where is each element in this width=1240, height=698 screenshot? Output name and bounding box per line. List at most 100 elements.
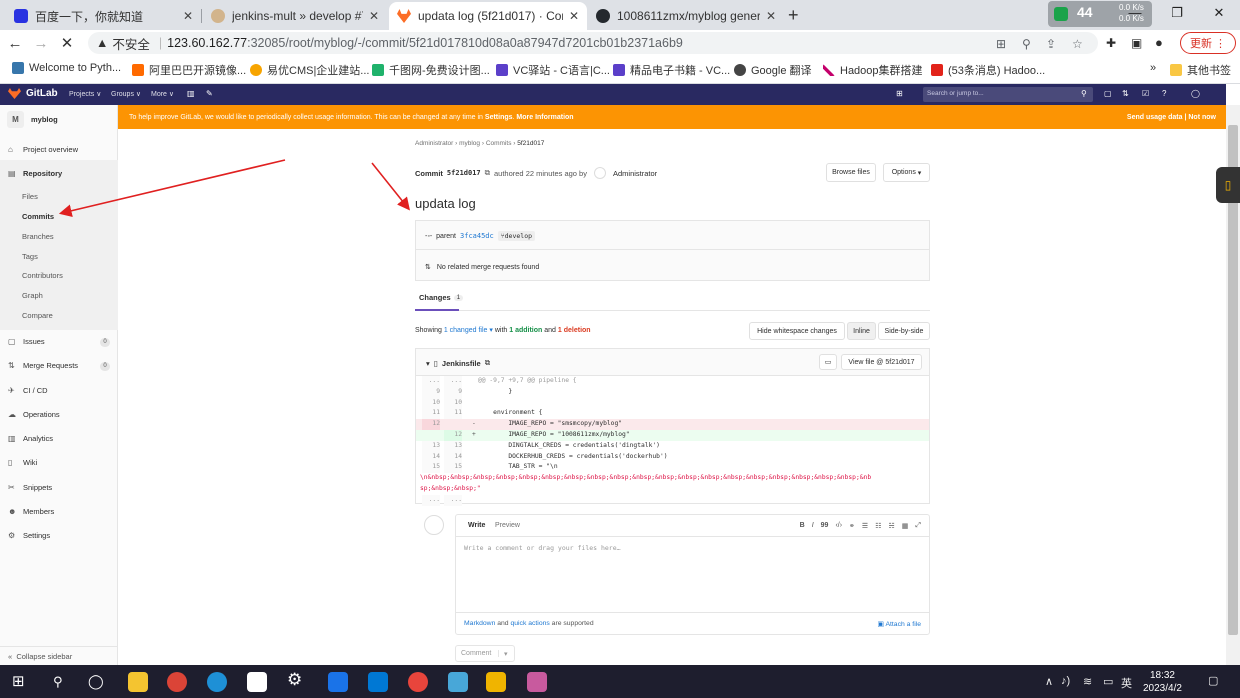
bookmark-item[interactable]: 千图网-免费设计图... <box>372 62 490 78</box>
forward-icon[interactable]: → <box>30 35 52 52</box>
new-line-number[interactable]: ... <box>444 494 462 506</box>
new-line-number[interactable]: 9 <box>444 386 462 398</box>
link-icon[interactable]: ⚭ <box>849 522 855 530</box>
browser-tab[interactable]: 1008611zmx/myblog general ✕ <box>588 2 784 30</box>
code-icon[interactable]: ‹/› <box>835 522 842 530</box>
app-icon[interactable] <box>486 672 506 692</box>
more-menu[interactable]: More ∨ <box>151 90 174 98</box>
close-icon[interactable]: ✕ <box>183 9 193 23</box>
old-line-number[interactable]: 9 <box>422 386 440 398</box>
sidebar-item-snippets[interactable]: ✂ Snippets <box>8 483 52 492</box>
new-line-number[interactable]: 15 <box>444 462 462 474</box>
comment-toggle-button[interactable]: ▭ <box>819 354 837 370</box>
bookmark-item[interactable]: 阿里巴巴开源镜像... <box>132 62 246 78</box>
new-line-number[interactable]: ... <box>444 376 462 387</box>
new-line-number[interactable]: 11 <box>444 408 462 420</box>
projects-menu[interactable]: Projects ∨ <box>69 90 101 98</box>
extensions-icon[interactable]: ✚ <box>1106 36 1116 50</box>
options-dropdown[interactable]: Options ▾ <box>883 163 930 182</box>
new-tab-button[interactable]: + <box>788 5 799 26</box>
sidebar-item-ci-cd[interactable]: ✈ CI / CD <box>8 386 48 395</box>
sidebar-item-merge-requests[interactable]: ⇅ Merge Requests <box>8 361 78 370</box>
new-line-number[interactable]: 10 <box>444 397 462 409</box>
bookmark-item[interactable]: VC驿站 - C语言|C... <box>496 62 610 78</box>
windows-start-icon[interactable]: ⊞ <box>12 672 32 692</box>
restore-icon[interactable]: ❐ <box>1156 0 1198 30</box>
old-line-number[interactable]: ... <box>422 494 440 506</box>
search-input[interactable]: Search or jump to... <box>923 87 1093 102</box>
copy-icon[interactable]: ⧉ <box>485 358 490 368</box>
chevron-down-icon[interactable]: ▾ <box>499 650 508 658</box>
battery-icon[interactable]: ▭ <box>1103 675 1113 688</box>
chart-icon[interactable]: ▥ <box>187 89 195 98</box>
app-icon[interactable] <box>328 672 348 692</box>
url-field[interactable]: ▲ 不安全 | 123.60.162.77:32085/root/myblog/… <box>88 32 1098 54</box>
sidebar-item-settings[interactable]: ⚙ Settings <box>8 531 50 540</box>
user-avatar-icon[interactable]: ◯ <box>1191 89 1200 98</box>
typora-icon[interactable] <box>247 672 267 692</box>
bookmarks-more-icon[interactable]: » <box>1150 62 1156 74</box>
todo-icon[interactable]: ☑ <box>1142 89 1149 98</box>
new-line-number[interactable]: 14 <box>444 451 462 463</box>
bookmark-item[interactable]: 精品电子书籍 - VC... <box>613 62 730 78</box>
share-icon[interactable]: ⇪ <box>1046 37 1056 51</box>
close-window-icon[interactable]: ✕ <box>1198 0 1240 30</box>
browser-tab[interactable]: 百度一下，你就知道 ✕ <box>6 2 201 30</box>
old-line-number[interactable]: ... <box>422 376 440 387</box>
old-line-number[interactable]: 12 <box>422 419 440 430</box>
breadcrumb-link[interactable]: Commits <box>486 140 512 147</box>
italic-icon[interactable]: I <box>812 522 814 530</box>
gitlab-logo[interactable]: GitLab <box>8 88 58 99</box>
groups-menu[interactable]: Groups ∨ <box>111 90 141 98</box>
app-icon[interactable] <box>408 672 428 692</box>
browser-tab-active[interactable]: updata log (5f21d017) · Comm ✕ <box>389 2 587 30</box>
task-view-icon[interactable]: ◯ <box>88 673 108 693</box>
bullet-list-icon[interactable]: ☰ <box>862 522 868 530</box>
close-icon[interactable]: ✕ <box>569 9 579 23</box>
system-clock[interactable]: 18:32 2023/4/2 <box>1143 669 1182 695</box>
fullscreen-icon[interactable]: ⤢ <box>915 522 921 530</box>
numbered-list-icon[interactable]: ☷ <box>875 522 881 530</box>
sidebar-sub-files[interactable]: Files <box>22 192 38 201</box>
old-line-number[interactable]: 13 <box>422 440 440 452</box>
browser-tab[interactable]: jenkins-mult » develop #7 Cor ✕ <box>203 2 387 30</box>
app-icon[interactable] <box>527 672 547 692</box>
attach-file-button[interactable]: ▣ Attach a file <box>878 620 921 628</box>
file-name[interactable]: Jenkinsfile <box>442 359 481 368</box>
wrench-icon[interactable]: ✎ <box>206 89 213 98</box>
bookmark-item[interactable]: Welcome to Pyth... <box>12 62 121 74</box>
tab-changes[interactable]: Changes 1 <box>419 293 464 302</box>
old-line-number[interactable]: 10 <box>422 397 440 409</box>
side-panel-icon[interactable]: ▣ <box>1131 36 1142 50</box>
notification-icon[interactable]: ▢ <box>1208 674 1218 687</box>
sidebar-item-repository[interactable]: ▤ Repository <box>8 169 62 178</box>
settings-gear-icon[interactable]: ⚙ <box>287 670 307 690</box>
plus-square-icon[interactable]: ⊞ <box>896 89 903 98</box>
quick-actions-link[interactable]: quick actions <box>510 620 549 627</box>
comment-button[interactable]: Comment ▾ <box>455 645 515 662</box>
more-information-link[interactable]: More Information <box>516 114 573 121</box>
author-avatar[interactable] <box>593 167 606 179</box>
sidebar-item-operations[interactable]: ☁ Operations <box>8 410 60 419</box>
bold-icon[interactable]: B <box>800 522 805 530</box>
chevron-down-icon[interactable]: ▾ <box>426 359 430 368</box>
merge-request-icon[interactable]: ⇅ <box>1122 89 1129 98</box>
collapse-sidebar-button[interactable]: « Collapse sidebar <box>0 646 118 665</box>
translate-icon[interactable]: ⊞ <box>996 37 1006 51</box>
tab-write[interactable]: Write <box>468 522 485 529</box>
issues-icon[interactable]: ▢ <box>1104 89 1112 98</box>
banner-actions[interactable]: Send usage data | Not now <box>1127 114 1216 121</box>
breadcrumb-link[interactable]: Administrator <box>415 140 453 147</box>
tab-preview[interactable]: Preview <box>495 522 520 529</box>
sidebar-item-wiki[interactable]: ▯ Wiki <box>8 458 37 467</box>
sidebar-sub-tags[interactable]: Tags <box>22 252 38 261</box>
project-header[interactable]: Mmyblog <box>7 111 58 128</box>
back-icon[interactable]: ← <box>4 35 26 52</box>
volume-icon[interactable]: ♪) <box>1061 675 1070 687</box>
sidebar-item-issues[interactable]: ▢ Issues <box>8 337 45 346</box>
sidebar-sub-branches[interactable]: Branches <box>22 232 54 241</box>
inline-view-button[interactable]: Inline <box>847 322 876 340</box>
close-icon[interactable]: ✕ <box>766 9 776 23</box>
bookmark-star-icon[interactable]: ☆ <box>1072 37 1083 51</box>
settings-link[interactable]: Settings <box>485 114 513 121</box>
